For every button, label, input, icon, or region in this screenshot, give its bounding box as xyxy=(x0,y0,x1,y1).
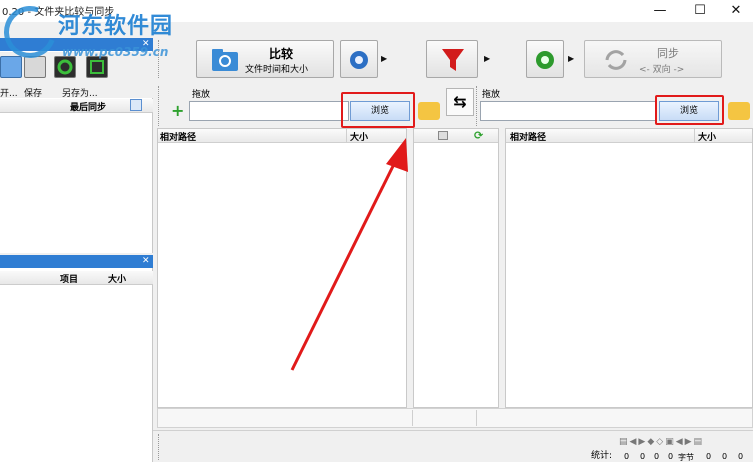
sync-settings-button[interactable] xyxy=(526,40,564,78)
stat-count-7: 0 xyxy=(738,452,744,461)
middle-compare-grid[interactable] xyxy=(413,128,499,408)
left-col-relative-path[interactable]: 相对路径 xyxy=(160,130,196,143)
right-file-grid[interactable] xyxy=(505,128,753,408)
column-chooser-icon[interactable] xyxy=(130,99,142,111)
left-bottom-panel xyxy=(0,268,153,462)
sync-subtitle: <- 双向 -> xyxy=(639,65,685,75)
save-label[interactable]: 保存 xyxy=(24,86,42,99)
save-icon[interactable] xyxy=(24,56,46,78)
right-col-divider xyxy=(694,129,695,143)
refresh-icon[interactable]: ⟳ xyxy=(474,129,483,142)
stat-count-3: 0 xyxy=(654,452,660,461)
open-label[interactable]: 开... xyxy=(0,86,18,99)
filter-funnel-icon xyxy=(442,49,464,71)
stat-count-1: 0 xyxy=(624,452,630,461)
left-cloud-folder-icon[interactable] xyxy=(418,102,440,120)
right-col-size[interactable]: 大小 xyxy=(698,130,716,143)
statistics-grip xyxy=(158,434,162,460)
stat-count-6: 0 xyxy=(722,452,728,461)
compare-title: 比较 xyxy=(269,47,294,61)
compare-settings-button[interactable] xyxy=(340,40,378,78)
compare-dropdown-arrow-icon[interactable]: ▶ xyxy=(381,54,387,63)
left-bottom-close-icon[interactable]: ✕ xyxy=(142,256,150,266)
column-last-sync[interactable]: 最后同步 xyxy=(70,100,106,113)
sync-title: 同步 xyxy=(657,47,679,60)
save-refresh-icon[interactable] xyxy=(54,56,76,78)
compare-folder-icon xyxy=(212,49,238,71)
swap-folders-button[interactable]: ⇆ xyxy=(446,88,474,116)
compare-view-icon[interactable] xyxy=(438,131,448,140)
right-folder-path-input[interactable] xyxy=(480,101,656,121)
left-bottom-panel-header xyxy=(0,255,153,268)
save-as-icon[interactable] xyxy=(86,56,108,78)
column-size[interactable]: 大小 xyxy=(108,272,126,285)
add-folder-plus-icon[interactable]: + xyxy=(171,103,185,119)
stat-count-2: 0 xyxy=(640,452,646,461)
toolbar-grip xyxy=(158,40,162,78)
green-gear-icon xyxy=(536,51,554,69)
minimize-button[interactable]: — xyxy=(640,0,680,22)
filter-button[interactable] xyxy=(426,40,478,78)
close-button[interactable]: ✕ xyxy=(716,0,753,22)
statistics-icons: ▤◀▶◆◇▣◀▶▤ xyxy=(619,437,705,447)
open-icon[interactable] xyxy=(0,56,22,78)
sync-dropdown-arrow-icon[interactable]: ▶ xyxy=(568,54,574,63)
filter-dropdown-arrow-icon[interactable]: ▶ xyxy=(484,54,490,63)
annotation-arrow-icon xyxy=(290,138,408,371)
left-browse-highlight xyxy=(341,92,415,128)
stat-bytes-label: 字节 xyxy=(678,453,694,462)
status-divider-1 xyxy=(412,410,413,426)
watermark-url: www.pc0359.cn xyxy=(62,45,169,59)
sync-arrows-icon xyxy=(605,50,627,70)
watermark-title: 河东软件园 xyxy=(58,14,174,39)
left-folder-path-input[interactable] xyxy=(189,101,349,121)
middle-grid-header xyxy=(414,129,498,143)
right-drag-label: 拖放 xyxy=(482,90,501,100)
sync-button[interactable]: 同步 <- 双向 -> xyxy=(584,40,722,78)
right-col-relative-path[interactable]: 相对路径 xyxy=(510,130,546,143)
statistics-label: 统计: xyxy=(591,451,613,461)
status-divider-2 xyxy=(476,410,477,426)
blue-gear-icon xyxy=(350,51,368,69)
right-cloud-folder-icon[interactable] xyxy=(728,102,750,120)
save-as-label[interactable]: 另存为... xyxy=(62,86,98,99)
maximize-button[interactable]: ☐ xyxy=(680,0,720,22)
left-folder-grip xyxy=(158,86,162,126)
stat-count-5: 0 xyxy=(706,452,712,461)
compare-button[interactable]: 比较 文件时间和大小 xyxy=(196,40,334,78)
right-browse-highlight xyxy=(655,95,724,125)
column-items[interactable]: 项目 xyxy=(60,272,78,285)
status-bar xyxy=(157,408,753,428)
left-drag-label: 拖放 xyxy=(192,90,211,100)
stat-count-4: 0 xyxy=(668,452,674,461)
compare-subtitle: 文件时间和大小 xyxy=(245,65,309,75)
